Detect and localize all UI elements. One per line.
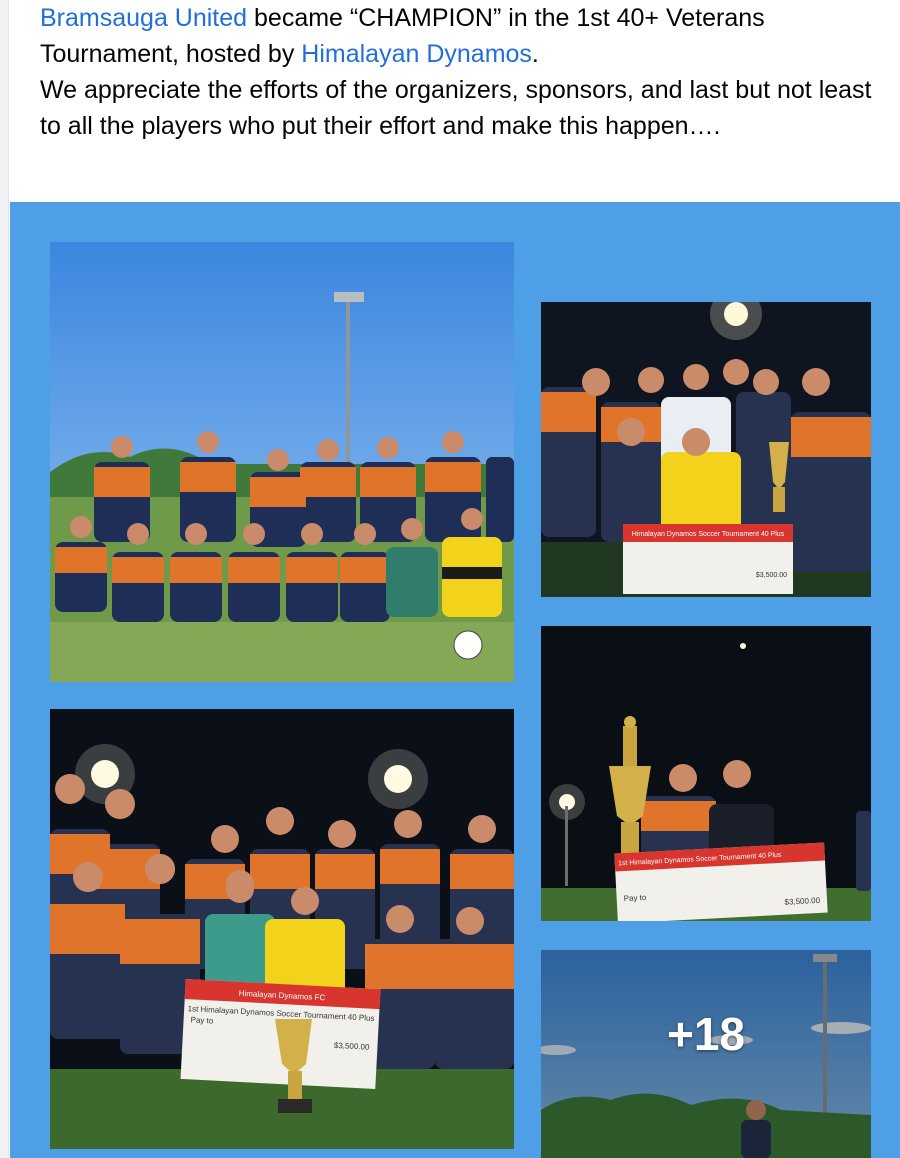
post-message: Bramsauga United became “CHAMPION” in th… bbox=[40, 0, 880, 144]
cheque-payto-text-2: Pay to bbox=[623, 893, 647, 903]
post-text-end: . bbox=[531, 40, 539, 68]
cheque-amount-text: $3,500.00 bbox=[756, 572, 787, 579]
photo-gallery: Himalayan Dynamos Soccer Tournament 40 P… bbox=[10, 202, 900, 1158]
cheque-payto-text: Pay to bbox=[190, 1015, 214, 1025]
team-daytime-image bbox=[50, 242, 514, 682]
photo-more[interactable]: +18 bbox=[541, 950, 871, 1158]
post-paragraph-1: Bramsauga United became “CHAMPION” in th… bbox=[40, 0, 880, 72]
team-link[interactable]: Bramsauga United bbox=[40, 4, 247, 32]
host-link[interactable]: Himalayan Dynamos bbox=[301, 40, 532, 68]
photo-team-daytime[interactable] bbox=[50, 242, 514, 682]
trophy-presentation-image: 1st Himalayan Dynamos Soccer Tournament … bbox=[541, 626, 871, 921]
cheque-amount-text-3: $3,500.00 bbox=[784, 896, 821, 907]
photo-night-celebration[interactable]: Himalayan Dynamos Soccer Tournament 40 P… bbox=[541, 302, 871, 597]
cheque-amount-text-2: $3,500.00 bbox=[334, 1041, 371, 1052]
photo-team-night[interactable]: Himalayan Dynamos FC 1st Himalayan Dynam… bbox=[50, 709, 514, 1149]
feed-left-border bbox=[0, 0, 9, 1158]
more-photos-overlay[interactable]: +18 bbox=[541, 950, 871, 1158]
team-night-image: Himalayan Dynamos FC 1st Himalayan Dynam… bbox=[50, 709, 514, 1149]
photo-trophy-presentation[interactable]: 1st Himalayan Dynamos Soccer Tournament … bbox=[541, 626, 871, 921]
cheque-title-text: Himalayan Dynamos Soccer Tournament 40 P… bbox=[632, 531, 785, 538]
post-paragraph-2: We appreciate the efforts of the organiz… bbox=[40, 76, 872, 140]
night-celebration-image: Himalayan Dynamos Soccer Tournament 40 P… bbox=[541, 302, 871, 597]
more-photos-count: +18 bbox=[666, 1008, 746, 1060]
